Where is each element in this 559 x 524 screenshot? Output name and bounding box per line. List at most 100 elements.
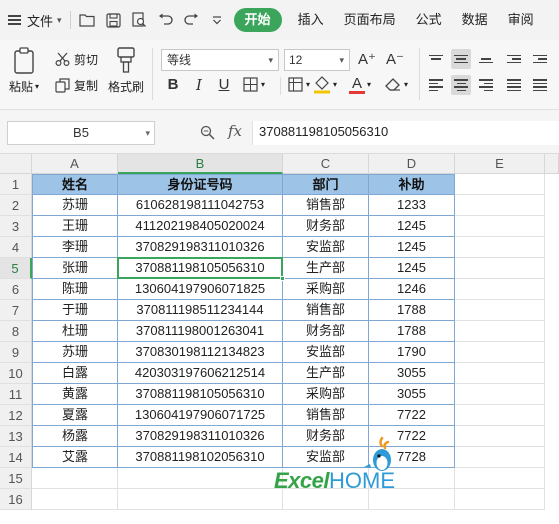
- cell-c11[interactable]: 采购部: [283, 384, 369, 405]
- formula-input[interactable]: 370881198105056310: [252, 121, 559, 145]
- cell-d8[interactable]: 1788: [369, 321, 455, 342]
- copy-button[interactable]: 复制: [55, 77, 98, 94]
- cell-b9[interactable]: 370830198112134823: [118, 342, 283, 363]
- cell-c1[interactable]: 部门: [283, 174, 369, 195]
- cell-d10[interactable]: 3055: [369, 363, 455, 384]
- cell-c2[interactable]: 销售部: [283, 195, 369, 216]
- font-color-button[interactable]: A ▾: [349, 75, 371, 94]
- cell-d6[interactable]: 1246: [369, 279, 455, 300]
- cell-d4[interactable]: 1245: [369, 237, 455, 258]
- clear-button[interactable]: ▾: [384, 76, 408, 92]
- cell-a9[interactable]: 苏珊: [32, 342, 118, 363]
- cell-b7[interactable]: 370811198511234144: [118, 300, 283, 321]
- cell-a2[interactable]: 苏珊: [32, 195, 118, 216]
- redo-icon[interactable]: [183, 12, 200, 29]
- cell-e14[interactable]: [455, 447, 545, 468]
- cell-a12[interactable]: 夏露: [32, 405, 118, 426]
- cell-b3[interactable]: 411202198405020024: [118, 216, 283, 237]
- cell-c9[interactable]: 安监部: [283, 342, 369, 363]
- row-header-15[interactable]: 15: [0, 468, 32, 489]
- row-header-9[interactable]: 9: [0, 342, 32, 363]
- cell-a14[interactable]: 艾露: [32, 447, 118, 468]
- cell-e10[interactable]: [455, 363, 545, 384]
- bold-button[interactable]: B: [164, 76, 182, 93]
- cell-b12[interactable]: 130604197906071725: [118, 405, 283, 426]
- fill-color-button[interactable]: ▾: [313, 75, 337, 94]
- cell-b6[interactable]: 130604197906071825: [118, 279, 283, 300]
- cell-e8[interactable]: [455, 321, 545, 342]
- cell-a7[interactable]: 于珊: [32, 300, 118, 321]
- cell-a5[interactable]: 张珊: [32, 258, 118, 279]
- cell-e2[interactable]: [455, 195, 545, 216]
- cell-e9[interactable]: [455, 342, 545, 363]
- cell-b16[interactable]: [118, 489, 283, 510]
- cell-b1[interactable]: 身份证号码: [118, 174, 283, 195]
- row-header-5[interactable]: 5: [0, 258, 32, 279]
- special-format-button[interactable]: ▾: [288, 77, 310, 92]
- undo-icon[interactable]: [157, 12, 174, 29]
- format-painter-button[interactable]: 格式刷: [108, 78, 144, 95]
- format-painter-icon[interactable]: [114, 46, 140, 74]
- row-header-13[interactable]: 13: [0, 426, 32, 447]
- cell-c7[interactable]: 销售部: [283, 300, 369, 321]
- column-header-e[interactable]: E: [455, 154, 545, 174]
- cell-a6[interactable]: 陈珊: [32, 279, 118, 300]
- tab-formulas[interactable]: 公式: [416, 8, 442, 32]
- row-header-1[interactable]: 1: [0, 174, 32, 195]
- cell-e16[interactable]: [455, 489, 545, 510]
- tab-review[interactable]: 审阅: [508, 8, 534, 32]
- cell-a16[interactable]: [32, 489, 118, 510]
- cell-c6[interactable]: 采购部: [283, 279, 369, 300]
- cell-b15[interactable]: [118, 468, 283, 489]
- cell-e7[interactable]: [455, 300, 545, 321]
- cell-e11[interactable]: [455, 384, 545, 405]
- decrease-indent-icon[interactable]: [504, 49, 524, 69]
- row-header-4[interactable]: 4: [0, 237, 32, 258]
- file-menu[interactable]: 文件 ▾: [8, 6, 62, 34]
- row-header-8[interactable]: 8: [0, 321, 32, 342]
- column-header-c[interactable]: C: [283, 154, 369, 174]
- cell-b5[interactable]: 370881198105056310: [118, 258, 283, 279]
- cell-e3[interactable]: [455, 216, 545, 237]
- fill-handle[interactable]: [280, 276, 285, 281]
- row-header-6[interactable]: 6: [0, 279, 32, 300]
- row-header-3[interactable]: 3: [0, 216, 32, 237]
- cell-c13[interactable]: 财务部: [283, 426, 369, 447]
- tab-home[interactable]: 开始: [233, 8, 282, 32]
- distributed-align-icon[interactable]: [530, 75, 550, 95]
- cell-a1[interactable]: 姓名: [32, 174, 118, 195]
- cell-b4[interactable]: 370829198311010326: [118, 237, 283, 258]
- cell-a3[interactable]: 王珊: [32, 216, 118, 237]
- save-icon[interactable]: [105, 12, 122, 29]
- row-header-12[interactable]: 12: [0, 405, 32, 426]
- print-preview-icon[interactable]: [131, 12, 148, 29]
- cell-a10[interactable]: 白露: [32, 363, 118, 384]
- row-header-16[interactable]: 16: [0, 489, 32, 510]
- cell-c4[interactable]: 安监部: [283, 237, 369, 258]
- font-size-select[interactable]: 12 ▾: [284, 49, 350, 71]
- row-header-14[interactable]: 14: [0, 447, 32, 468]
- cell-a13[interactable]: 杨露: [32, 426, 118, 447]
- zoom-icon[interactable]: [200, 125, 215, 143]
- cell-d12[interactable]: 7722: [369, 405, 455, 426]
- paste-icon[interactable]: [12, 47, 40, 75]
- borders-button[interactable]: ▾: [243, 77, 265, 92]
- tab-data[interactable]: 数据: [462, 8, 488, 32]
- cell-c10[interactable]: 生产部: [283, 363, 369, 384]
- name-box[interactable]: B5 ▾: [7, 121, 155, 145]
- cell-c12[interactable]: 销售部: [283, 405, 369, 426]
- select-all-corner[interactable]: [0, 154, 32, 174]
- align-bottom-icon[interactable]: [476, 49, 496, 69]
- cell-e12[interactable]: [455, 405, 545, 426]
- grow-font-button[interactable]: A⁺: [358, 50, 376, 68]
- cell-a15[interactable]: [32, 468, 118, 489]
- cell-d5[interactable]: 1245: [369, 258, 455, 279]
- row-header-2[interactable]: 2: [0, 195, 32, 216]
- cell-e5[interactable]: [455, 258, 545, 279]
- cell-d9[interactable]: 1790: [369, 342, 455, 363]
- font-name-select[interactable]: 等线 ▾: [161, 49, 279, 71]
- function-icon[interactable]: fx: [228, 122, 242, 140]
- cell-b2[interactable]: 610628198111042753: [118, 195, 283, 216]
- column-header-a[interactable]: A: [32, 154, 118, 174]
- align-left-icon[interactable]: [426, 75, 446, 95]
